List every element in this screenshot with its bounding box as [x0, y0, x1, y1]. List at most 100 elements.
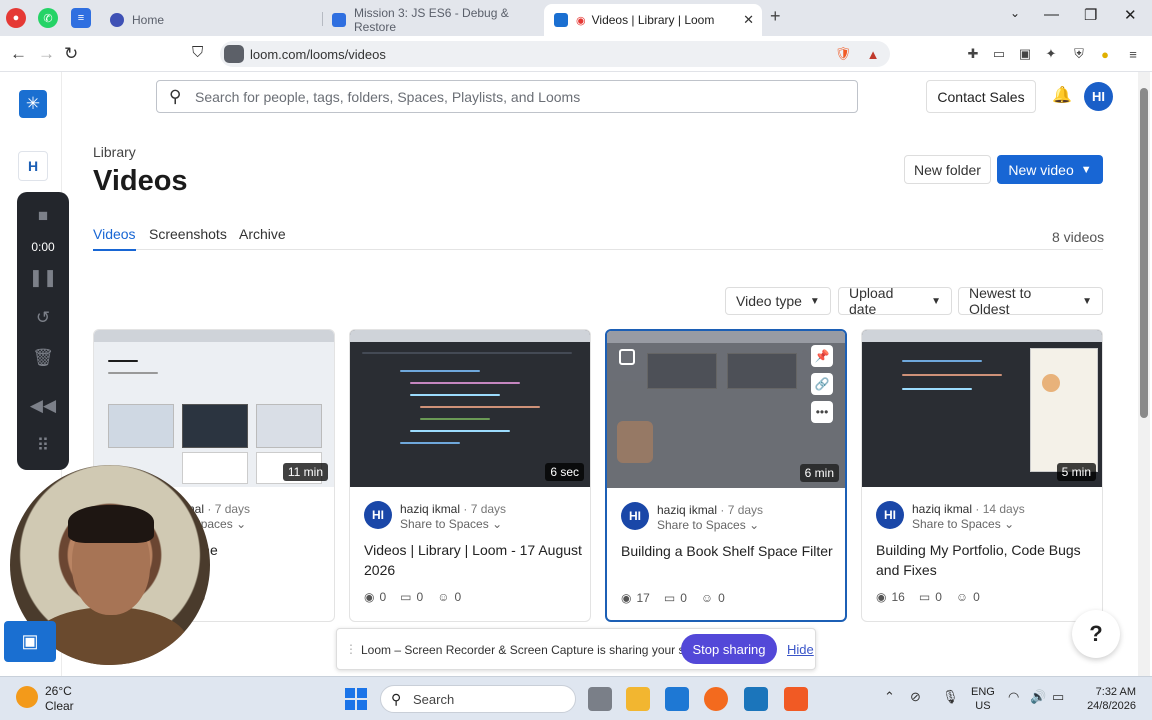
video-thumbnail[interactable]: 📌 🔗 ••• 6 min — [607, 331, 845, 488]
views-count: 0 — [379, 590, 387, 604]
share-to-spaces[interactable]: Share to Spaces ⌄ — [657, 518, 759, 532]
bookmark-icon[interactable]: ⛉ — [192, 44, 203, 61]
reload-icon[interactable]: ↻ — [64, 44, 78, 64]
wifi-icon[interactable]: ◠ — [1008, 689, 1019, 705]
network-off-icon[interactable]: ⊘ — [910, 689, 921, 705]
tab-mission[interactable]: Mission 3: JS ES6 - Debug & Restore — [322, 4, 544, 36]
contact-sales-button[interactable]: Contact Sales — [926, 80, 1036, 113]
stop-recording-icon[interactable]: ■ — [17, 206, 69, 226]
record-icon[interactable]: ● — [6, 8, 26, 28]
extensions-icon[interactable]: ✚ — [964, 45, 982, 63]
weather-widget[interactable]: 26°C Clear — [45, 684, 74, 714]
drag-handle-icon[interactable]: ⋮ — [345, 642, 357, 656]
sidebar-icon[interactable]: ▭ — [990, 45, 1008, 63]
tab-loom[interactable]: ◉ Videos | Library | Loom ✕ — [544, 4, 762, 36]
microphone-icon[interactable]: 🎙 — [942, 689, 959, 705]
delete-icon[interactable]: 🗑 — [17, 348, 69, 368]
search-icon: ⚲ — [391, 691, 402, 707]
workspace-avatar[interactable]: H — [18, 151, 48, 181]
more-options-icon[interactable]: ••• — [811, 401, 833, 423]
task-view-icon[interactable] — [588, 687, 612, 711]
share-to-spaces[interactable]: Share to Spaces ⌄ — [912, 517, 1014, 531]
comments-stat: ▭0 — [400, 590, 423, 604]
docs-icon[interactable]: ≡ — [71, 8, 91, 28]
stop-sharing-button[interactable]: Stop sharing — [681, 634, 777, 664]
tab-videos[interactable]: Videos — [93, 226, 136, 251]
show-hidden-icons-chevron-icon[interactable]: ⌃ — [884, 689, 895, 705]
brave-rewards-icon[interactable]: ▲ — [864, 45, 882, 63]
menu-icon[interactable]: ≡ — [1124, 45, 1142, 63]
comments-count: 0 — [416, 590, 424, 604]
video-card[interactable]: 5 min HI haziq ikmal · 14 days Share to … — [861, 329, 1103, 622]
language-indicator[interactable]: ENG US — [971, 685, 995, 713]
video-thumbnail[interactable]: 5 min — [862, 330, 1102, 487]
close-tab-icon[interactable]: ✕ — [743, 12, 754, 28]
tab-list-chevron-icon[interactable]: ⌄ — [1010, 6, 1020, 20]
close-window-icon[interactable]: ✕ — [1124, 6, 1137, 24]
whatsapp-icon[interactable]: ✆ — [38, 8, 58, 28]
brave-browser-icon[interactable] — [784, 687, 808, 711]
duration-badge: 11 min — [282, 463, 328, 481]
vpn-icon[interactable]: ⛨ — [1070, 45, 1088, 63]
video-thumbnail[interactable]: 6 sec — [350, 330, 590, 487]
url-field[interactable]: loom.com/looms/videos — [220, 41, 890, 67]
upload-date-filter[interactable]: Upload date ▼ — [838, 285, 952, 317]
page-scrollbar[interactable] — [1138, 72, 1150, 676]
pin-icon[interactable]: 📌 — [811, 345, 833, 367]
video-type-filter[interactable]: Video type ▼ — [725, 287, 831, 315]
rewards-token-icon[interactable]: ● — [1096, 45, 1114, 63]
collapse-icon[interactable]: ◀◀ — [17, 396, 69, 416]
weather-moon-icon[interactable] — [16, 686, 38, 708]
site-info-icon[interactable] — [224, 45, 244, 63]
help-button[interactable]: ? — [1072, 610, 1120, 658]
new-video-button[interactable]: New video ▼ — [997, 155, 1103, 184]
battery-icon[interactable]: ▭ — [1052, 689, 1064, 705]
video-card-selected[interactable]: 📌 🔗 ••• 6 min HI haziq ikmal · 7 days Sh… — [605, 329, 847, 622]
video-title[interactable]: Building a Book Shelf Space Filter — [621, 541, 839, 561]
restore-icon[interactable]: ❐ — [1084, 6, 1097, 24]
loom-logo-icon[interactable]: ✳ — [19, 90, 47, 118]
global-search[interactable]: ⚲ — [156, 80, 858, 113]
forward-icon[interactable]: → — [38, 44, 55, 64]
hide-link[interactable]: Hide — [787, 642, 814, 657]
search-input[interactable] — [195, 87, 845, 107]
leo-ai-icon[interactable]: ✦ — [1042, 45, 1060, 63]
notepad-icon[interactable] — [744, 687, 768, 711]
drag-handle-icon[interactable]: ⠿ — [17, 436, 69, 456]
vscode-icon[interactable] — [665, 687, 689, 711]
keyboard-region: US — [975, 700, 991, 712]
tab-home[interactable]: Home — [100, 4, 322, 36]
camera-toggle-icon[interactable]: ▣ — [4, 621, 56, 662]
user-avatar[interactable]: HI — [1084, 82, 1113, 111]
minimize-icon[interactable]: — — [1044, 6, 1059, 23]
reactions-stat: ☺0 — [956, 590, 980, 604]
video-card[interactable]: 6 sec HI haziq ikmal · 7 days Share to S… — [349, 329, 591, 622]
brave-shield-icon[interactable]: 🛡 — [834, 45, 852, 63]
tab-screenshots[interactable]: Screenshots — [149, 226, 227, 249]
video-title[interactable]: Videos | Library | Loom - 17 August 2026 — [364, 540, 582, 580]
tab-archive[interactable]: Archive — [239, 226, 286, 249]
claude-icon[interactable] — [704, 687, 728, 711]
comments-stat: ▭0 — [664, 591, 687, 605]
system-clock[interactable]: 7:32 AM 24/8/2026 — [1080, 685, 1136, 713]
pause-icon[interactable]: ❚❚ — [17, 268, 69, 288]
select-checkbox[interactable] — [619, 349, 635, 365]
video-thumbnail[interactable]: 11 min — [94, 330, 334, 487]
thumbnail-detail — [902, 360, 982, 362]
windows-start-icon[interactable] — [345, 688, 367, 710]
sort-order-select[interactable]: Newest to Oldest ▼ — [958, 285, 1103, 317]
link-icon[interactable]: 🔗 — [811, 373, 833, 395]
volume-icon[interactable]: 🔊 — [1030, 689, 1046, 705]
restart-icon[interactable]: ↺ — [17, 308, 69, 328]
breadcrumb[interactable]: Library — [93, 144, 136, 160]
wallet-icon[interactable]: ▣ — [1016, 45, 1034, 63]
back-icon[interactable]: ← — [10, 44, 27, 64]
video-title[interactable]: Building My Portfolio, Code Bugs and Fix… — [876, 540, 1094, 580]
new-folder-button[interactable]: New folder — [904, 155, 991, 184]
new-tab-icon[interactable]: + — [770, 6, 781, 27]
scrollbar-thumb[interactable] — [1140, 88, 1148, 418]
taskbar-search[interactable]: ⚲ Search — [380, 685, 576, 713]
share-to-spaces[interactable]: Share to Spaces ⌄ — [400, 517, 502, 531]
notifications-bell-icon[interactable]: 🔔 — [1052, 85, 1072, 105]
file-explorer-icon[interactable] — [626, 687, 650, 711]
